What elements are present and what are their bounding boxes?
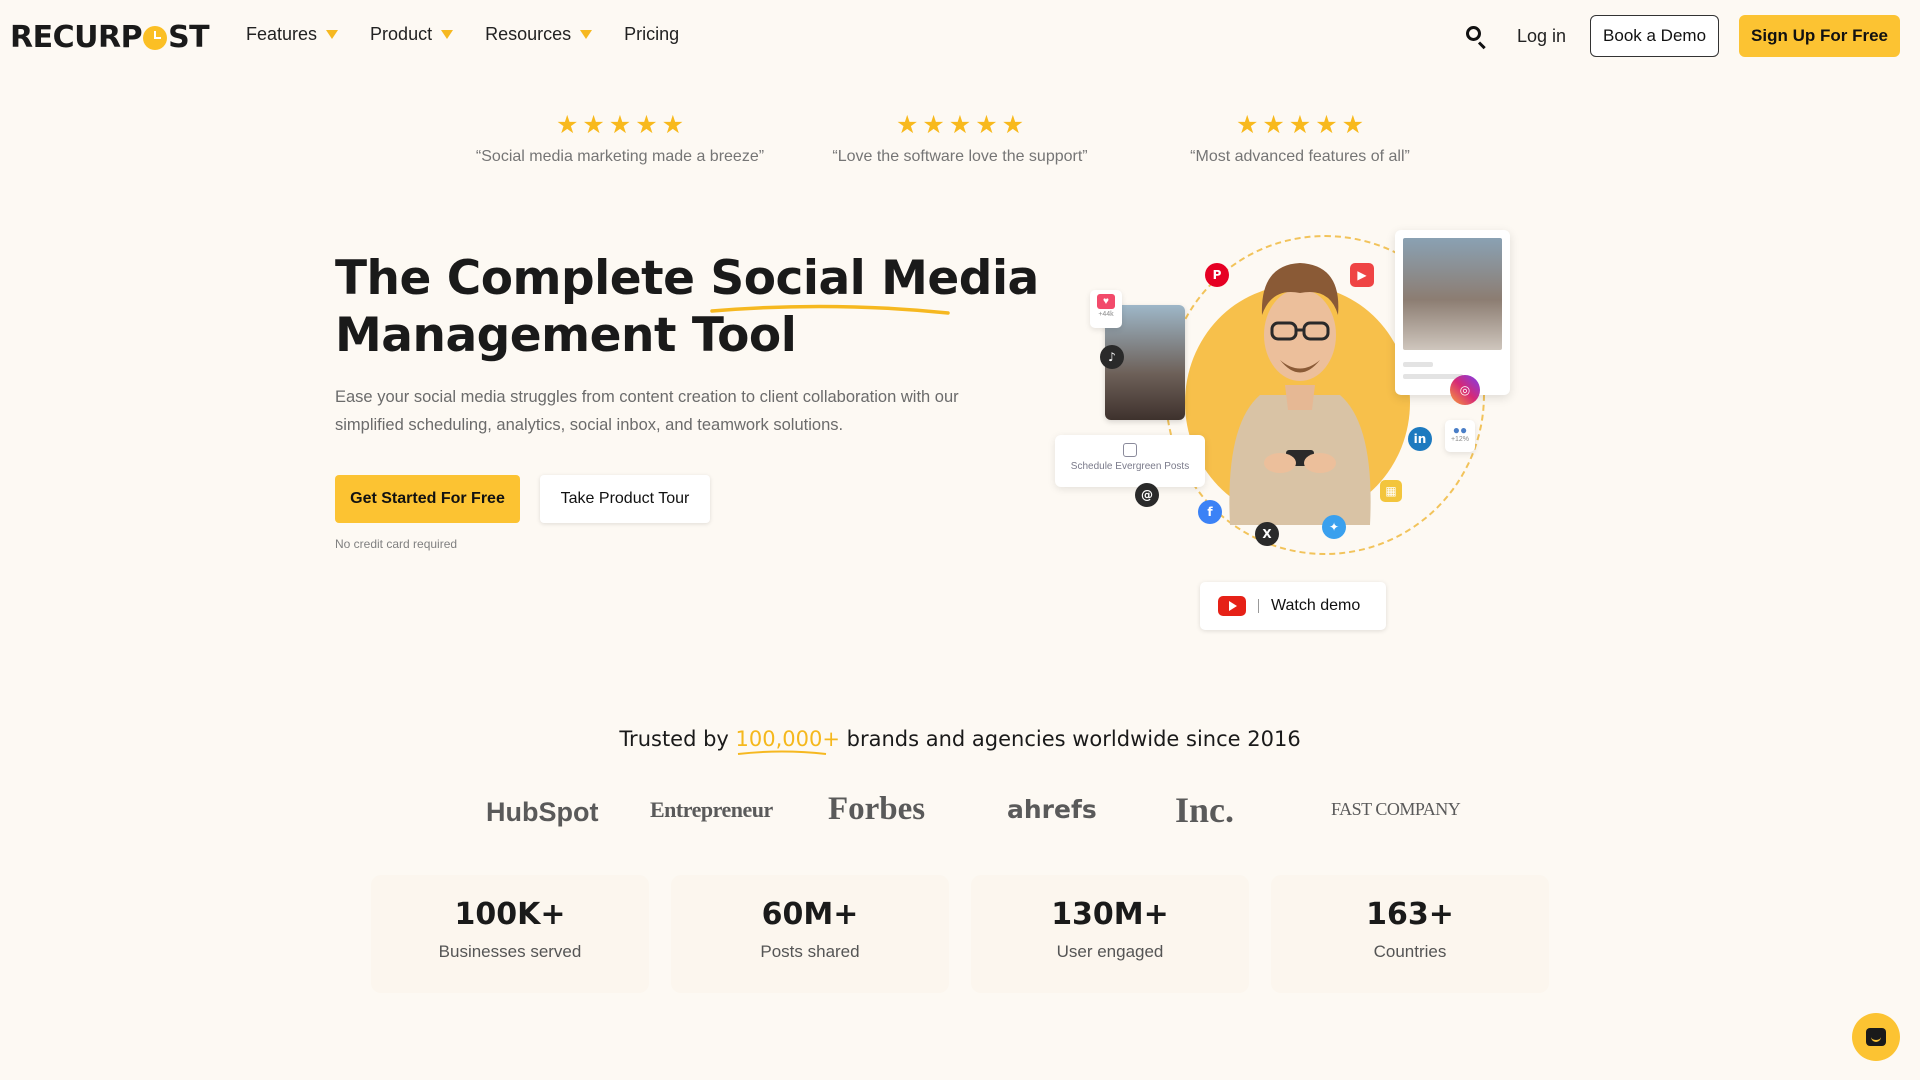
menu-features[interactable]: Features (246, 24, 339, 45)
stat-card: 60M+ Posts shared (671, 875, 949, 993)
chevron-down-icon (580, 30, 593, 39)
stat-card: 130M+ User engaged (971, 875, 1249, 993)
post-photo (1403, 238, 1502, 350)
instagram-icon: ◎ (1450, 375, 1480, 405)
menu-pricing[interactable]: Pricing (624, 24, 679, 45)
review-item: ★ ★ ★ ★ ★ “Love the software love the suppor… (780, 112, 1140, 166)
stat-label: User engaged (1056, 942, 1164, 961)
google-business-icon: ▦ (1380, 480, 1402, 502)
chevron-down-icon (326, 30, 339, 39)
youtube-icon: ▶ (1350, 263, 1374, 287)
product-tour-button[interactable]: Take Product Tour (540, 475, 710, 523)
review-item: ★ ★ ★ ★ ★ “Social media marketing made a bre… (440, 112, 800, 166)
likes-badge: ♥ +44k (1090, 290, 1122, 328)
book-demo-button[interactable]: Book a Demo (1590, 15, 1720, 57)
threads-icon: @ (1135, 483, 1159, 507)
chat-icon (1866, 1028, 1886, 1046)
hero-title: The Complete Social Media Management Too… (335, 250, 1039, 363)
review-quote: “Social media marketing made a breeze” (475, 148, 765, 165)
stat-value: 130M+ (1051, 897, 1169, 932)
stat-label: Countries (1373, 942, 1447, 961)
facebook-icon: f (1198, 500, 1222, 524)
youtube-play-icon (1218, 596, 1246, 616)
clock-icon (143, 25, 168, 50)
search-icon[interactable] (1465, 25, 1487, 50)
stat-value: 100K+ (454, 897, 566, 932)
signup-button[interactable]: Sign Up For Free (1739, 15, 1900, 57)
main-menu: Features Product Resources Pricing (246, 24, 711, 45)
hero-subtitle: Ease your social media struggles from co… (335, 388, 959, 434)
entrepreneur-logo: Entrepreneur (650, 797, 773, 822)
tiktok-icon: ♪ (1100, 345, 1124, 369)
linkedin-icon: in (1408, 427, 1432, 451)
logo-text: RECURP (10, 20, 143, 55)
x-icon: X (1255, 522, 1279, 546)
chevron-down-icon (441, 30, 454, 39)
no-credit-card-note: No credit card required (335, 537, 458, 551)
fastcompany-logo: FAST COMPANY (1331, 799, 1461, 819)
forbes-logo: Forbes (828, 791, 926, 827)
review-quote: “Most advanced features of all” (1190, 148, 1410, 165)
star-rating: ★ ★ ★ ★ ★ (895, 110, 1025, 139)
bluesky-icon: ✦ (1322, 515, 1346, 539)
recurpost-logo[interactable]: RECURP ST (10, 20, 210, 55)
stat-value: 60M+ (761, 897, 859, 932)
hero-illustration: ♥ +44k ●● +12% Schedule Evergreen Posts … (1050, 205, 1520, 565)
star-rating: ★ ★ ★ ★ ★ (1235, 110, 1365, 139)
get-started-button[interactable]: Get Started For Free (335, 475, 520, 523)
users-icon: ●● (1452, 423, 1468, 437)
review-quote: “Love the software love the support” (832, 148, 1088, 165)
login-link[interactable]: Log in (1517, 26, 1566, 47)
schedule-evergreen-card: Schedule Evergreen Posts (1055, 435, 1205, 487)
stat-card: 100K+ Businesses served (371, 875, 649, 993)
title-highlight: Social Media (710, 250, 1039, 315)
logo-text-end: ST (168, 20, 210, 55)
heart-icon: ♥ (1097, 294, 1115, 309)
chat-launcher-button[interactable] (1852, 1013, 1900, 1061)
stat-value: 163+ (1366, 897, 1454, 932)
pinterest-icon: P (1205, 263, 1229, 287)
menu-resources[interactable]: Resources (485, 24, 593, 45)
stat-card: 163+ Countries (1271, 875, 1549, 993)
person-with-phone-image (1229, 263, 1371, 525)
hubspot-logo: HubSpot (486, 797, 599, 827)
post-preview-card (1395, 230, 1510, 395)
calendar-icon (1123, 443, 1137, 457)
top-nav: RECURP ST Features Product Resources Pric… (0, 0, 1920, 70)
inc-logo: Inc. (1175, 790, 1235, 830)
stat-label: Posts shared (760, 942, 860, 961)
trusted-count: 100,000+ (736, 727, 840, 755)
followers-badge: ●● +12% (1445, 420, 1475, 452)
star-rating: ★ ★ ★ ★ ★ (555, 110, 685, 139)
stat-label: Businesses served (438, 942, 582, 961)
watch-demo-button[interactable]: Watch demo (1200, 582, 1386, 630)
ahrefs-logo: ahrefs (1007, 795, 1097, 824)
review-item: ★ ★ ★ ★ ★ “Most advanced features of all” (1120, 112, 1480, 166)
nav-actions: Log in Book a Demo Sign Up For Free (1465, 15, 1900, 57)
menu-product[interactable]: Product (370, 24, 454, 45)
trusted-by-heading: Trusted by 100,000+ brands and agencies … (0, 727, 1920, 755)
